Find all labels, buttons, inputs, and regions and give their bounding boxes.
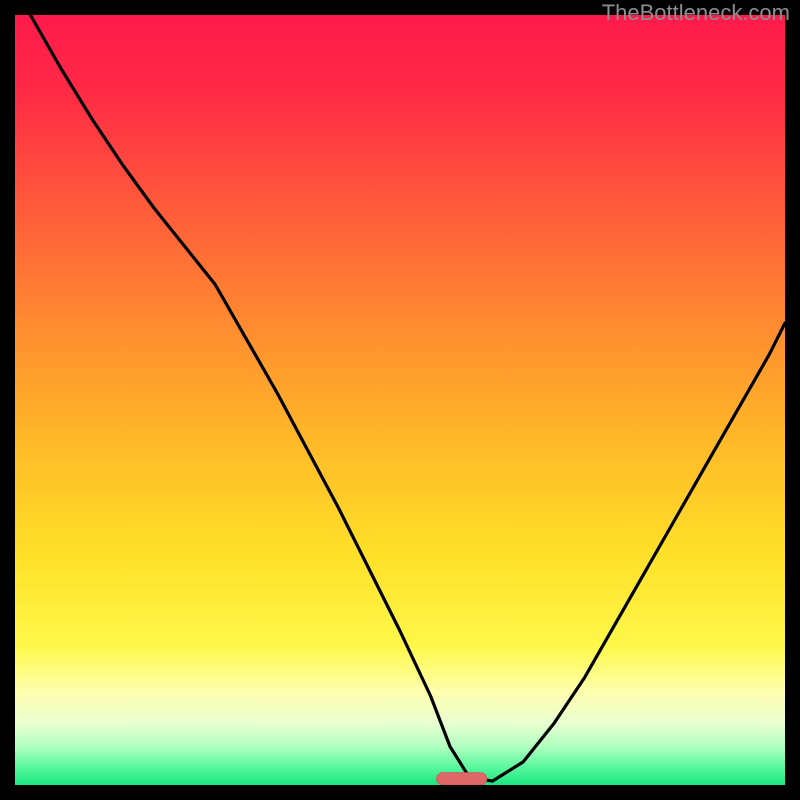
optimal-marker	[437, 773, 487, 785]
plot-area	[15, 15, 785, 785]
gradient-background	[15, 15, 785, 785]
chart-stage: TheBottleneck.com	[0, 0, 800, 800]
watermark-label: TheBottleneck.com	[602, 0, 790, 26]
chart-svg	[15, 15, 785, 785]
